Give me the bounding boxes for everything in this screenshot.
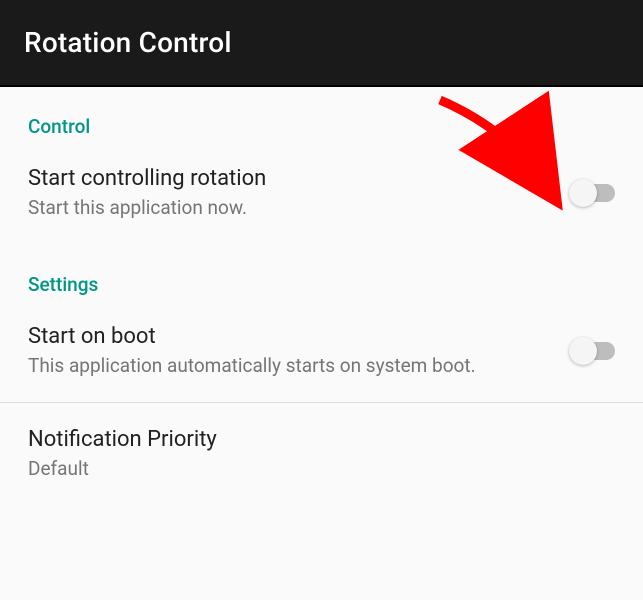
switch-thumb bbox=[569, 337, 597, 365]
pref-text: Notification Priority Default bbox=[28, 427, 615, 482]
app-bar: Rotation Control bbox=[0, 0, 643, 87]
pref-text: Start on boot This application automatic… bbox=[28, 324, 569, 379]
settings-content: Control Start controlling rotation Start… bbox=[0, 87, 643, 506]
switch-start-rotation[interactable] bbox=[569, 184, 615, 202]
pref-text: Start controlling rotation Start this ap… bbox=[28, 166, 569, 221]
switch-thumb bbox=[569, 179, 597, 207]
section-header-control: Control bbox=[0, 87, 643, 142]
pref-summary: Default bbox=[28, 456, 599, 482]
pref-start-on-boot[interactable]: Start on boot This application automatic… bbox=[0, 300, 643, 403]
pref-summary: This application automatically starts on… bbox=[28, 353, 553, 379]
pref-title: Notification Priority bbox=[28, 427, 599, 452]
pref-title: Start controlling rotation bbox=[28, 166, 553, 191]
pref-title: Start on boot bbox=[28, 324, 553, 349]
app-bar-title: Rotation Control bbox=[24, 26, 619, 59]
pref-notification-priority[interactable]: Notification Priority Default bbox=[0, 403, 643, 506]
pref-summary: Start this application now. bbox=[28, 195, 553, 221]
section-header-settings: Settings bbox=[0, 245, 643, 300]
switch-start-on-boot[interactable] bbox=[569, 342, 615, 360]
pref-start-controlling-rotation[interactable]: Start controlling rotation Start this ap… bbox=[0, 142, 643, 245]
